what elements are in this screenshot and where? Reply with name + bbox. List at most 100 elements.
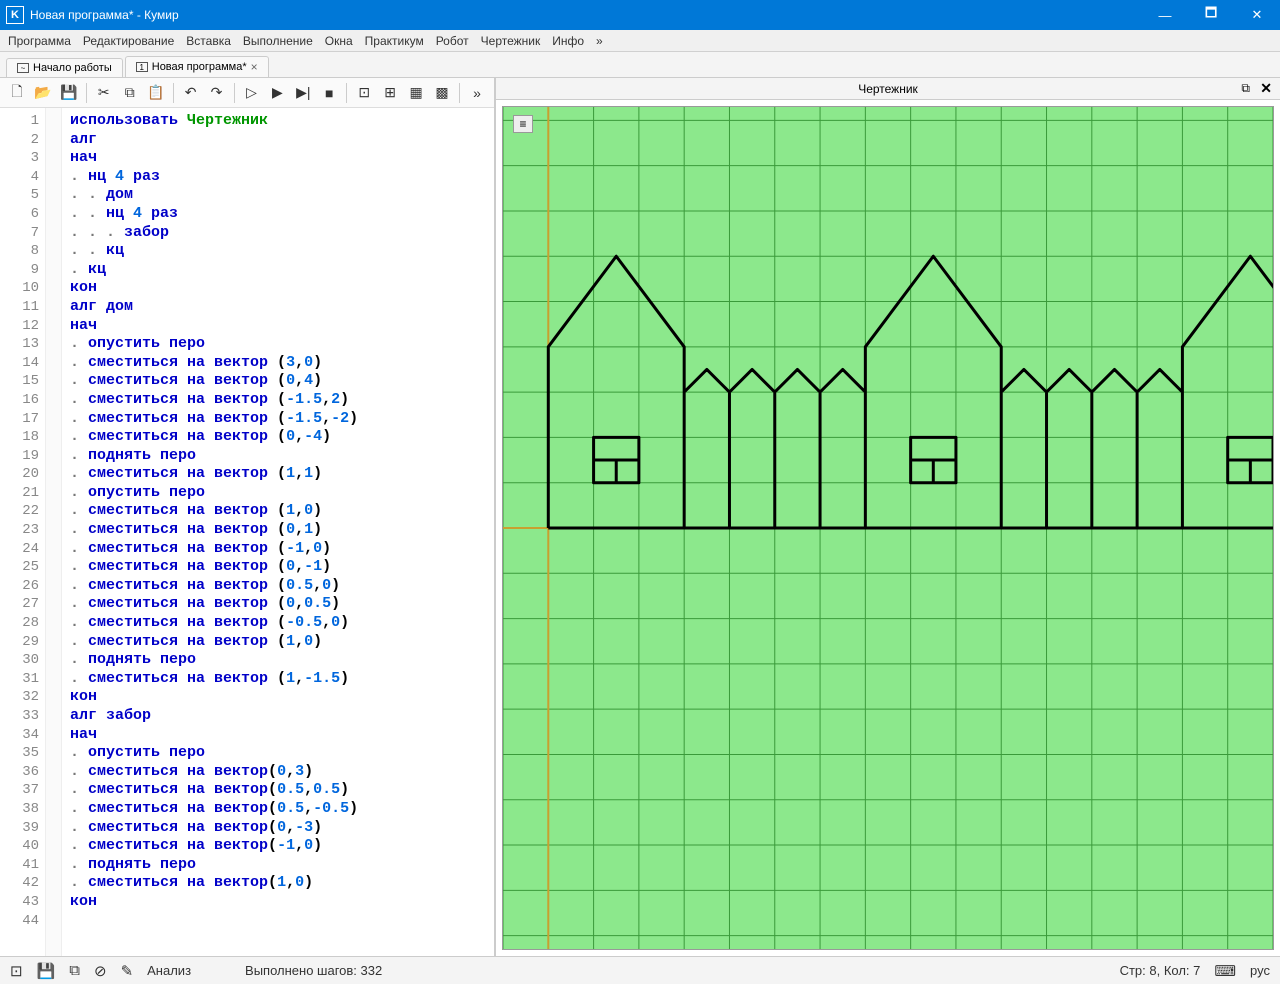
code-line: . сместиться на вектор(0,3) <box>70 763 486 782</box>
code-line: . сместиться на вектор(-1,0) <box>70 837 486 856</box>
menu-8[interactable]: Инфо <box>552 34 584 48</box>
code-line: . поднять перо <box>70 651 486 670</box>
run-button[interactable]: ▷ <box>241 82 263 104</box>
code-line: . сместиться на вектор (0,-1) <box>70 558 486 577</box>
window-title: Новая программа* - Кумир <box>30 8 1142 22</box>
line-gutter: 1 2 3 4 5 6 7 8 9 10 11 12 13 14 15 16 1… <box>0 108 46 956</box>
status-icon-4[interactable]: ⊘ <box>94 962 107 980</box>
menu-7[interactable]: Чертежник <box>481 34 541 48</box>
close-button[interactable]: ✕ <box>1234 0 1280 30</box>
tab-program[interactable]: 1 Новая программа* × <box>125 56 269 77</box>
code-line: . сместиться на вектор (-0.5,0) <box>70 614 486 633</box>
code-line: . сместиться на вектор (0.5,0) <box>70 577 486 596</box>
canvas-menu-button[interactable]: ≡ <box>513 115 533 133</box>
code-line: . поднять перо <box>70 856 486 875</box>
drawer-panel: Чертежник ⧉ ✕ ≡ <box>495 78 1280 956</box>
menu-5[interactable]: Практикум <box>365 34 424 48</box>
status-icon-1[interactable]: ⊡ <box>10 962 23 980</box>
code-line: нач <box>70 317 486 336</box>
status-icon-5[interactable]: ✎ <box>121 962 134 980</box>
run-fast-button[interactable]: ▶ <box>266 82 288 104</box>
code-line: кон <box>70 279 486 298</box>
cut-button[interactable]: ✂ <box>93 82 115 104</box>
code-line: . . дом <box>70 186 486 205</box>
code-line: . сместиться на вектор (0,-4) <box>70 428 486 447</box>
menu-1[interactable]: Редактирование <box>83 34 174 48</box>
code-line: . кц <box>70 261 486 280</box>
status-steps: Выполнено шагов: 332 <box>245 963 382 978</box>
code-line: нач <box>70 726 486 745</box>
paste-button[interactable]: 📋 <box>145 82 167 104</box>
drawer-close-icon[interactable]: ✕ <box>1260 80 1272 97</box>
status-lang: рус <box>1250 963 1270 978</box>
code-line: . . нц 4 раз <box>70 205 486 224</box>
toggle-4-button[interactable]: ▩ <box>431 82 453 104</box>
code-line: . . . забор <box>70 224 486 243</box>
menu-6[interactable]: Робот <box>436 34 469 48</box>
redo-button[interactable]: ↷ <box>206 82 228 104</box>
code-line: кон <box>70 893 486 912</box>
code-line: . сместиться на вектор (1,0) <box>70 633 486 652</box>
more-button[interactable]: » <box>466 82 488 104</box>
code-line: . сместиться на вектор (1,-1.5) <box>70 670 486 689</box>
drawer-title: Чертежник <box>858 82 918 96</box>
menu-0[interactable]: Программа <box>8 34 71 48</box>
menu-2[interactable]: Вставка <box>186 34 231 48</box>
fold-gutter <box>46 108 62 956</box>
code-line: . сместиться на вектор (-1.5,-2) <box>70 410 486 429</box>
status-keyboard-icon[interactable]: ⌨ <box>1214 962 1236 980</box>
app-icon: K <box>6 6 24 24</box>
undo-button[interactable]: ↶ <box>180 82 202 104</box>
code-line: . опустить перо <box>70 484 486 503</box>
save-file-button[interactable]: 💾 <box>58 82 80 104</box>
menu-4[interactable]: Окна <box>325 34 353 48</box>
open-file-button[interactable]: 📂 <box>32 82 54 104</box>
copy-button[interactable]: ⧉ <box>119 82 141 104</box>
tab-start[interactable]: ~ Начало работы <box>6 58 123 77</box>
status-icon-2[interactable]: 💾 <box>37 962 56 980</box>
drawing-svg <box>503 107 1273 949</box>
tab-program-icon: 1 <box>136 62 148 72</box>
titlebar: K Новая программа* - Кумир — 🗖 ✕ <box>0 0 1280 30</box>
code-line: использовать Чертежник <box>70 112 486 131</box>
code-line: . сместиться на вектор(0.5,0.5) <box>70 781 486 800</box>
code-line: . опустить перо <box>70 335 486 354</box>
code-line: . сместиться на вектор (0,1) <box>70 521 486 540</box>
code-line: . сместиться на вектор(0.5,-0.5) <box>70 800 486 819</box>
code-editor[interactable]: 1 2 3 4 5 6 7 8 9 10 11 12 13 14 15 16 1… <box>0 108 494 956</box>
tab-bar: ~ Начало работы 1 Новая программа* × <box>0 52 1280 78</box>
code-line: . опустить перо <box>70 744 486 763</box>
new-file-button[interactable]: 🗋 <box>6 82 28 104</box>
code-line: алг дом <box>70 298 486 317</box>
popout-icon[interactable]: ⧉ <box>1241 81 1250 96</box>
code-line: . сместиться на вектор (1,1) <box>70 465 486 484</box>
code-line: . сместиться на вектор(1,0) <box>70 874 486 893</box>
toggle-3-button[interactable]: ▦ <box>405 82 427 104</box>
menu-9[interactable]: » <box>596 34 603 48</box>
stop-button[interactable]: ■ <box>318 82 340 104</box>
menu-3[interactable]: Выполнение <box>243 34 313 48</box>
code-line: . сместиться на вектор(0,-3) <box>70 819 486 838</box>
maximize-button[interactable]: 🗖 <box>1188 0 1234 30</box>
code-line: . сместиться на вектор (0,4) <box>70 372 486 391</box>
code-line: . нц 4 раз <box>70 168 486 187</box>
editor-panel: 🗋 📂 💾 ✂ ⧉ 📋 ↶ ↷ ▷ ▶ ▶| ■ ⊡ ⊞ ▦ ▩ » 1 2 3… <box>0 78 495 956</box>
menubar: Программа Редактирование Вставка Выполнение… <box>0 30 1280 52</box>
code-line: алг забор <box>70 707 486 726</box>
run-step-button[interactable]: ▶| <box>292 82 314 104</box>
code-line: . сместиться на вектор (3,0) <box>70 354 486 373</box>
tab-start-icon: ~ <box>17 63 29 73</box>
tab-close-icon[interactable]: × <box>251 60 258 74</box>
code-line: . поднять перо <box>70 447 486 466</box>
code-line: . сместиться на вектор (0,0.5) <box>70 595 486 614</box>
code-area[interactable]: использовать Чертежникалгнач. нц 4 раз. … <box>62 108 494 956</box>
drawing-canvas[interactable]: ≡ <box>502 106 1274 950</box>
status-cursor: Стр: 8, Кол: 7 <box>1120 963 1201 978</box>
code-line: нач <box>70 149 486 168</box>
toggle-2-button[interactable]: ⊞ <box>379 82 401 104</box>
code-line: . сместиться на вектор (-1.5,2) <box>70 391 486 410</box>
drawer-header: Чертежник ⧉ ✕ <box>496 78 1280 100</box>
minimize-button[interactable]: — <box>1142 0 1188 30</box>
status-icon-3[interactable]: ⧉ <box>69 962 80 979</box>
toggle-1-button[interactable]: ⊡ <box>353 82 375 104</box>
